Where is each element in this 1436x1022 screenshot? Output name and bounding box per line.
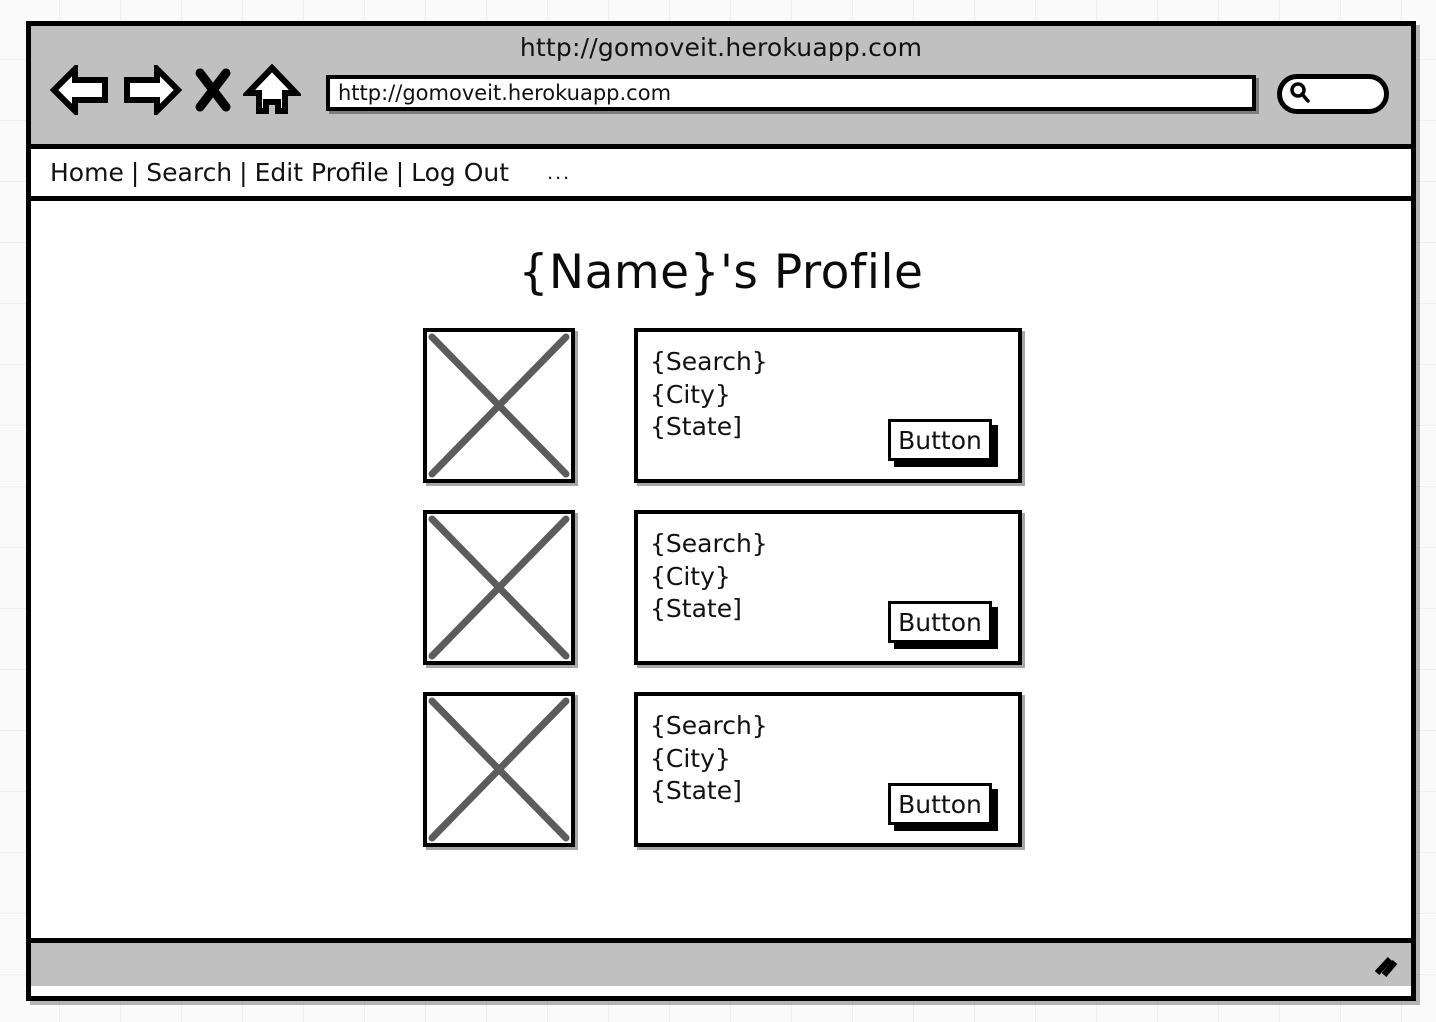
image-placeholder[interactable] <box>423 328 575 483</box>
nav-separator-3: | <box>395 158 405 187</box>
back-arrow-icon[interactable] <box>49 61 111 119</box>
nav-item-log-out[interactable]: Log Out <box>411 158 509 187</box>
info-line-state: {State] <box>650 776 742 805</box>
browser-status-bar <box>31 938 1411 986</box>
info-card-text-block: {Search} {City} {State] <box>650 710 768 808</box>
profile-card-row: {Search} {City} {State] Button <box>31 328 1411 483</box>
forward-arrow-icon[interactable] <box>121 61 183 119</box>
home-icon[interactable] <box>240 63 304 116</box>
resize-grip-icon[interactable] <box>1369 951 1399 981</box>
nav-item-search[interactable]: Search <box>146 158 232 187</box>
card-action-button-label: Button <box>898 789 982 819</box>
nav-separator-2: | <box>239 158 248 187</box>
card-action-button[interactable]: Button <box>888 601 992 643</box>
address-bar[interactable]: http://gomoveit.herokuapp.com <box>326 75 1256 111</box>
image-placeholder[interactable] <box>423 692 575 847</box>
card-action-button-label: Button <box>898 425 982 455</box>
stop-x-icon[interactable] <box>193 65 233 115</box>
profile-card-row: {Search} {City} {State] Button <box>31 510 1411 665</box>
window-title: http://gomoveit.herokuapp.com <box>519 33 923 62</box>
card-action-button[interactable]: Button <box>888 783 992 825</box>
profile-info-card: {Search} {City} {State] Button <box>634 510 1022 665</box>
info-card-text-block: {Search} {City} {State] <box>650 346 768 444</box>
nav-separator-1: | <box>130 158 140 187</box>
page-content: {Name}'s Profile {Search} {City} {State] <box>31 201 1411 938</box>
profile-card-row: {Search} {City} {State] Button <box>31 692 1411 847</box>
nav-item-home[interactable]: Home <box>50 158 124 187</box>
browser-window: http://gomoveit.herokuapp.com http://gom… <box>26 21 1416 1001</box>
profile-info-card: {Search} {City} {State] Button <box>634 328 1022 483</box>
browser-chrome-toolbar: http://gomoveit.herokuapp.com http://gom… <box>31 26 1411 149</box>
info-line-state: {State] <box>650 412 742 441</box>
info-card-text-block: {Search} {City} {State] <box>650 528 768 626</box>
address-bar-value: http://gomoveit.herokuapp.com <box>338 81 672 105</box>
info-line-search: {Search} <box>650 347 768 376</box>
search-icon <box>1288 80 1312 108</box>
card-action-button[interactable]: Button <box>888 419 992 461</box>
info-line-city: {City} <box>650 379 731 409</box>
info-line-city: {City} <box>650 561 731 591</box>
nav-item-edit-profile[interactable]: Edit Profile <box>255 158 389 187</box>
info-line-city: {City} <box>650 743 731 773</box>
profile-card-list: {Search} {City} {State] Button {Search} … <box>31 328 1411 847</box>
info-line-state: {State] <box>650 594 742 623</box>
nav-overflow-ellipsis[interactable]: ... <box>547 162 571 184</box>
profile-info-card: {Search} {City} {State] Button <box>634 692 1022 847</box>
info-line-search: {Search} <box>650 529 768 558</box>
browser-nav-icon-group <box>49 61 304 119</box>
image-placeholder[interactable] <box>423 510 575 665</box>
info-line-search: {Search} <box>650 711 768 740</box>
page-title: {Name}'s Profile <box>518 245 924 300</box>
browser-search-box[interactable] <box>1277 74 1389 114</box>
card-action-button-label: Button <box>898 607 982 637</box>
site-navigation-bar: Home | Search | Edit Profile | Log Out .… <box>31 149 1411 201</box>
